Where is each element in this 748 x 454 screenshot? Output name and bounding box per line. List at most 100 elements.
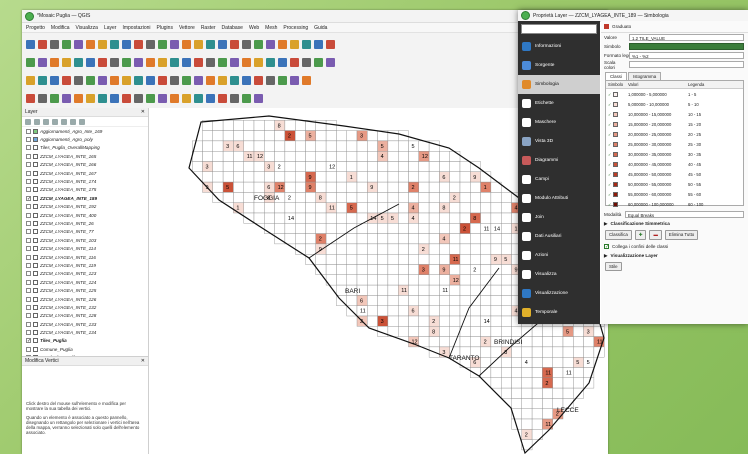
nav-item[interactable]: Dati Ausiliari bbox=[518, 227, 600, 246]
map-tile[interactable] bbox=[387, 243, 399, 255]
map-tile[interactable] bbox=[562, 346, 574, 358]
map-tile[interactable] bbox=[212, 120, 224, 131]
map-tile[interactable] bbox=[202, 151, 214, 162]
toolbar-tool-icon[interactable] bbox=[218, 75, 227, 85]
class-color-swatch[interactable] bbox=[612, 91, 618, 97]
layer-item[interactable]: ZZCM_LYAGEA_INTE_124 bbox=[22, 278, 148, 286]
map-tile[interactable] bbox=[397, 264, 409, 276]
open-styling-icon[interactable] bbox=[25, 119, 31, 125]
layer-visibility-checkbox[interactable] bbox=[26, 288, 31, 294]
toolbar-tool-icon[interactable] bbox=[50, 57, 59, 67]
toolbar-tool-icon[interactable] bbox=[170, 75, 179, 85]
map-tile[interactable] bbox=[521, 408, 533, 420]
map-tile[interactable] bbox=[459, 305, 471, 317]
map-tile[interactable] bbox=[397, 326, 409, 337]
map-tile[interactable] bbox=[408, 161, 420, 173]
map-tile[interactable] bbox=[501, 387, 512, 399]
map-tile[interactable] bbox=[542, 326, 553, 337]
map-tile[interactable] bbox=[274, 151, 286, 162]
map-tile[interactable] bbox=[418, 171, 430, 183]
map-tile[interactable] bbox=[315, 130, 327, 142]
map-tile[interactable] bbox=[428, 171, 440, 183]
layer-visibility-checkbox[interactable] bbox=[26, 229, 31, 235]
map-tile[interactable] bbox=[480, 264, 492, 276]
map-tile[interactable] bbox=[428, 253, 440, 265]
map-tile[interactable] bbox=[397, 243, 409, 255]
map-tile[interactable] bbox=[305, 192, 317, 203]
map-tile[interactable] bbox=[387, 181, 399, 193]
toolbar-tool-icon[interactable] bbox=[230, 75, 239, 85]
map-tile[interactable] bbox=[233, 161, 244, 173]
map-tile[interactable] bbox=[397, 151, 409, 162]
class-visibility-checkbox[interactable]: ✓ bbox=[608, 182, 612, 187]
map-tile[interactable] bbox=[521, 387, 533, 399]
map-tile[interactable] bbox=[356, 202, 368, 214]
layer-item[interactable]: ZZCM_LYAGEA_INTE_400 bbox=[22, 211, 148, 219]
menu-item[interactable]: Guida bbox=[314, 25, 327, 31]
map-tile[interactable] bbox=[501, 305, 512, 317]
map-tile[interactable] bbox=[480, 274, 492, 286]
layer-item[interactable]: ZZCM_LYAGEA_INTE_192 bbox=[22, 203, 148, 211]
map-tile[interactable] bbox=[377, 264, 389, 276]
map-tile[interactable] bbox=[470, 202, 481, 214]
map-tile[interactable] bbox=[377, 274, 389, 286]
map-tile[interactable] bbox=[294, 223, 306, 234]
map-tile[interactable] bbox=[490, 192, 502, 203]
map-tile[interactable] bbox=[243, 140, 255, 152]
map-tile[interactable] bbox=[418, 233, 430, 245]
map-tile[interactable] bbox=[531, 356, 543, 368]
map-tile[interactable] bbox=[428, 243, 440, 255]
map-tile[interactable] bbox=[511, 387, 523, 399]
map-tile[interactable] bbox=[377, 284, 389, 296]
map-tile[interactable] bbox=[315, 181, 327, 193]
toolbar-tool-icon[interactable] bbox=[242, 39, 251, 49]
class-color-swatch[interactable] bbox=[612, 131, 618, 137]
map-tile[interactable] bbox=[387, 192, 399, 203]
map-tile[interactable] bbox=[439, 295, 450, 306]
toolbar-tool-icon[interactable] bbox=[110, 93, 119, 103]
map-tile[interactable] bbox=[397, 140, 409, 152]
map-tile[interactable] bbox=[552, 387, 564, 399]
map-tile[interactable] bbox=[387, 284, 399, 296]
column-values[interactable]: Valori bbox=[622, 82, 688, 87]
map-tile[interactable] bbox=[336, 264, 347, 276]
map-tile[interactable] bbox=[387, 233, 399, 245]
toolbar-tool-icon[interactable] bbox=[242, 75, 251, 85]
nav-item[interactable]: Visualizzazione bbox=[518, 284, 600, 303]
map-tile[interactable] bbox=[428, 223, 440, 234]
map-tile[interactable] bbox=[490, 202, 502, 214]
nav-item[interactable]: Diagrammi bbox=[518, 151, 600, 170]
map-tile[interactable] bbox=[501, 212, 512, 224]
nav-item[interactable]: Simbologia bbox=[518, 75, 600, 94]
toolbar-tool-icon[interactable] bbox=[26, 75, 35, 85]
class-visibility-checkbox[interactable]: ✓ bbox=[608, 202, 612, 207]
class-row[interactable]: ✓ 30,000000 - 35,000000 30 - 35 bbox=[606, 149, 743, 159]
map-tile[interactable] bbox=[284, 120, 296, 131]
map-tile[interactable] bbox=[521, 326, 533, 337]
toolbar-tool-icon[interactable] bbox=[326, 57, 335, 67]
map-tile[interactable] bbox=[294, 140, 306, 152]
map-tile[interactable] bbox=[501, 295, 512, 306]
toolbar-tool-icon[interactable] bbox=[122, 57, 131, 67]
map-tile[interactable] bbox=[336, 181, 347, 193]
layer-visibility-checkbox[interactable] bbox=[26, 262, 31, 268]
nav-item[interactable]: Informazioni bbox=[518, 37, 600, 56]
map-tile[interactable] bbox=[233, 151, 244, 162]
toolbar-tool-icon[interactable] bbox=[110, 39, 119, 49]
map-tile[interactable] bbox=[356, 151, 368, 162]
map-tile[interactable] bbox=[397, 295, 409, 306]
map-tile[interactable] bbox=[284, 140, 296, 152]
toolbar-tool-icon[interactable] bbox=[326, 39, 335, 49]
map-tile[interactable] bbox=[222, 130, 234, 142]
toolbar-tool-icon[interactable] bbox=[38, 39, 47, 49]
map-tile[interactable] bbox=[212, 171, 224, 183]
map-tile[interactable] bbox=[294, 212, 306, 224]
map-tile[interactable] bbox=[346, 181, 358, 193]
map-tile[interactable] bbox=[552, 377, 564, 389]
map-tile[interactable] bbox=[408, 284, 420, 296]
map-tile[interactable] bbox=[418, 274, 430, 286]
map-tile[interactable] bbox=[480, 305, 492, 317]
map-tile[interactable] bbox=[490, 264, 502, 276]
map-tile[interactable] bbox=[490, 326, 502, 337]
map-tile[interactable] bbox=[294, 181, 306, 193]
